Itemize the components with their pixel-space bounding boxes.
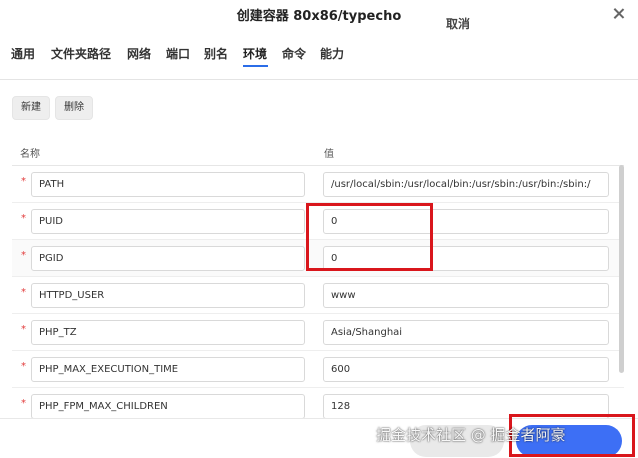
table-scrollbar[interactable] xyxy=(619,165,624,373)
tab-bar: 通用 文件夹路径 网络 端口 别名 环境 命令 能力 xyxy=(0,40,638,80)
env-value-field[interactable]: www xyxy=(323,283,609,308)
required-mark: * xyxy=(21,398,26,409)
table-row: * PATH /usr/local/sbin:/usr/local/bin:/u… xyxy=(12,166,624,203)
table-header: 名称 值 xyxy=(12,140,624,166)
env-name-field[interactable]: PATH xyxy=(31,172,305,197)
annotation-box-value xyxy=(306,203,433,271)
table-row: * PHP_TZ Asia/Shanghai xyxy=(12,314,624,351)
required-mark: * xyxy=(21,287,26,298)
tab-folder-path[interactable]: 文件夹路径 xyxy=(51,45,111,62)
required-mark: * xyxy=(21,324,26,335)
column-header-value: 值 xyxy=(324,149,334,160)
tab-environment[interactable]: 环境 xyxy=(243,45,267,62)
watermark: 掘金技术社区 @ 掘金者阿豪 xyxy=(376,426,566,444)
column-header-name: 名称 xyxy=(20,149,40,160)
apply-button-label: 应用 xyxy=(562,17,587,31)
env-name-field[interactable]: PUID xyxy=(31,209,305,234)
env-name-field[interactable]: HTTPD_USER xyxy=(31,283,305,308)
required-mark: * xyxy=(21,213,26,224)
required-mark: * xyxy=(21,361,26,372)
env-name-field[interactable]: PHP_MAX_EXECUTION_TIME xyxy=(31,357,305,382)
close-icon[interactable] xyxy=(610,5,628,23)
env-value-field[interactable]: Asia/Shanghai xyxy=(323,320,609,345)
tab-general[interactable]: 通用 xyxy=(11,45,35,62)
env-value-field[interactable]: 600 xyxy=(323,357,609,382)
env-value-field[interactable]: /usr/local/sbin:/usr/local/bin:/usr/sbin… xyxy=(323,172,609,197)
new-button[interactable]: 新建 xyxy=(12,96,50,120)
dialog-title: 创建容器 80x86/typecho xyxy=(236,9,402,24)
required-mark: * xyxy=(21,250,26,261)
required-mark: * xyxy=(21,176,26,187)
env-name-field[interactable]: PGID xyxy=(31,246,305,271)
table-row: * HTTPD_USER www xyxy=(12,277,624,314)
tab-command[interactable]: 命令 xyxy=(282,45,306,62)
cancel-button-label: 取消 xyxy=(446,17,471,31)
tab-ports[interactable]: 端口 xyxy=(166,45,190,62)
delete-button[interactable]: 删除 xyxy=(55,96,93,120)
env-name-field[interactable]: PHP_FPM_MAX_CHILDREN xyxy=(31,394,305,418)
active-tab-indicator xyxy=(243,65,268,67)
env-table: 名称 值 * PATH /usr/local/sbin:/usr/local/b… xyxy=(12,140,624,418)
tab-capabilities[interactable]: 能力 xyxy=(320,45,344,62)
dialog-titlebar: 创建容器 80x86/typecho xyxy=(0,0,638,30)
tab-aliases[interactable]: 别名 xyxy=(204,45,228,62)
env-name-field[interactable]: PHP_TZ xyxy=(31,320,305,345)
tab-network[interactable]: 网络 xyxy=(127,45,151,62)
table-row: * PHP_MAX_EXECUTION_TIME 600 xyxy=(12,351,624,388)
